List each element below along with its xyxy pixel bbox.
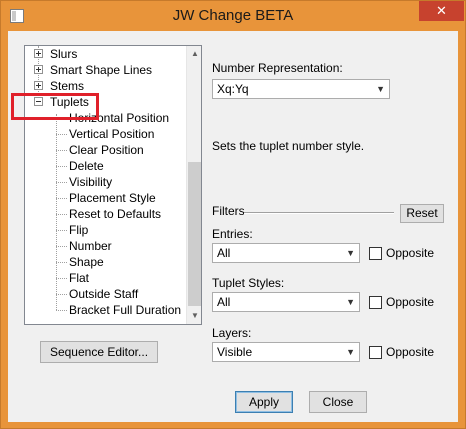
expand-icon[interactable] bbox=[34, 65, 43, 74]
tree-connector bbox=[56, 310, 67, 311]
close-button[interactable]: Close bbox=[309, 391, 367, 413]
tree-item-shape[interactable]: Shape bbox=[69, 254, 104, 270]
tree-item-visibility[interactable]: Visibility bbox=[69, 174, 112, 190]
tree-item-label: Shape bbox=[69, 255, 104, 269]
entries-value: All bbox=[217, 246, 231, 260]
tree-item-flat[interactable]: Flat bbox=[69, 270, 89, 286]
chevron-down-icon: ▼ bbox=[346, 297, 355, 307]
tree-connector bbox=[56, 150, 67, 151]
tree-connector bbox=[56, 182, 67, 183]
tree-item-label: Placement Style bbox=[69, 191, 156, 205]
tree-connector bbox=[56, 246, 67, 247]
tree-connector bbox=[56, 114, 57, 310]
dialog-window: JW Change BETA ✕ Slurs Smart Shape Lines… bbox=[0, 0, 466, 429]
layers-opposite-label: Opposite bbox=[386, 345, 435, 359]
tree-item-vertical-position[interactable]: Vertical Position bbox=[69, 126, 154, 142]
option-tree[interactable]: Slurs Smart Shape Lines Stems Tuplets Ho… bbox=[24, 45, 202, 325]
highlight-annotation bbox=[11, 93, 99, 120]
tree-connector bbox=[56, 134, 67, 135]
dialog-body: Slurs Smart Shape Lines Stems Tuplets Ho… bbox=[8, 31, 458, 422]
tree-connector bbox=[56, 294, 67, 295]
number-representation-value: Xq:Yq bbox=[217, 82, 249, 96]
tree-item-label: Number bbox=[69, 239, 112, 253]
expand-icon[interactable] bbox=[34, 81, 43, 90]
tuplet-styles-value: All bbox=[217, 295, 231, 309]
number-representation-label: Number Representation: bbox=[212, 61, 343, 75]
entries-opposite-label: Opposite bbox=[386, 246, 435, 260]
tree-item-label: Bracket Full Duration bbox=[69, 303, 182, 317]
window-title: JW Change BETA bbox=[172, 7, 294, 24]
close-window-button[interactable]: ✕ bbox=[419, 1, 464, 21]
tree-item-label: Slurs bbox=[50, 47, 78, 61]
tree-item-label: Reset to Defaults bbox=[69, 207, 162, 221]
layers-select[interactable]: Visible ▼ bbox=[212, 342, 360, 362]
tree-item-outside-staff[interactable]: Outside Staff bbox=[69, 286, 138, 302]
layers-value: Visible bbox=[217, 345, 253, 359]
tree-connector bbox=[56, 166, 67, 167]
entries-select[interactable]: All ▼ bbox=[212, 243, 360, 263]
entries-label: Entries: bbox=[212, 227, 253, 241]
tuplet-styles-label: Tuplet Styles: bbox=[212, 276, 285, 290]
title-bar[interactable]: JW Change BETA ✕ bbox=[1, 1, 465, 31]
tuplet-styles-opposite-checkbox[interactable] bbox=[369, 296, 382, 309]
tree-item-label: Flip bbox=[69, 223, 89, 237]
chevron-down-icon: ▼ bbox=[346, 248, 355, 258]
reset-button[interactable]: Reset bbox=[400, 204, 444, 223]
chevron-down-icon: ▼ bbox=[346, 347, 355, 357]
tree-connector bbox=[56, 262, 67, 263]
chevron-down-icon: ▼ bbox=[376, 84, 385, 94]
tree-item-number[interactable]: Number bbox=[69, 238, 112, 254]
tuplet-styles-select[interactable]: All ▼ bbox=[212, 292, 360, 312]
tree-scrollbar[interactable]: ▲ ▼ bbox=[186, 46, 201, 324]
tree-item-bracket-full-duration[interactable]: Bracket Full Duration bbox=[69, 302, 181, 318]
tree-item-label: Visibility bbox=[69, 175, 113, 189]
tree-item-label: Flat bbox=[69, 271, 90, 285]
filters-label: Filters bbox=[212, 204, 245, 218]
scroll-up-icon[interactable]: ▲ bbox=[187, 46, 201, 62]
tree-item-label: Vertical Position bbox=[69, 127, 155, 141]
scroll-down-icon[interactable]: ▼ bbox=[187, 308, 201, 324]
tree-item-clear-position[interactable]: Clear Position bbox=[69, 142, 144, 158]
layers-opposite-checkbox[interactable] bbox=[369, 346, 382, 359]
sequence-editor-button[interactable]: Sequence Editor... bbox=[40, 341, 158, 363]
entries-opposite-checkbox[interactable] bbox=[369, 247, 382, 260]
tree-item-delete[interactable]: Delete bbox=[69, 158, 104, 174]
tree-item-flip[interactable]: Flip bbox=[69, 222, 88, 238]
expand-icon[interactable] bbox=[34, 49, 43, 58]
tree-item-placement-style[interactable]: Placement Style bbox=[69, 190, 156, 206]
tree-item-label: Smart Shape Lines bbox=[50, 63, 153, 77]
scroll-thumb[interactable] bbox=[188, 162, 201, 306]
tree-connector bbox=[56, 214, 67, 215]
tree-connector bbox=[56, 198, 67, 199]
tree-item-label: Clear Position bbox=[69, 143, 144, 157]
description-text: Sets the tuplet number style. bbox=[212, 139, 365, 153]
tree-item-label: Stems bbox=[50, 79, 85, 93]
filters-divider bbox=[244, 212, 394, 214]
number-representation-select[interactable]: Xq:Yq ▼ bbox=[212, 79, 390, 99]
tree-item-reset-to-defaults[interactable]: Reset to Defaults bbox=[69, 206, 161, 222]
tuplet-styles-opposite-label: Opposite bbox=[386, 295, 435, 309]
apply-button[interactable]: Apply bbox=[235, 391, 293, 413]
tree-item-label: Delete bbox=[69, 159, 104, 173]
tree-item-label: Outside Staff bbox=[69, 287, 139, 301]
tree-connector bbox=[56, 278, 67, 279]
tree-connector bbox=[56, 230, 67, 231]
layers-label: Layers: bbox=[212, 326, 252, 340]
